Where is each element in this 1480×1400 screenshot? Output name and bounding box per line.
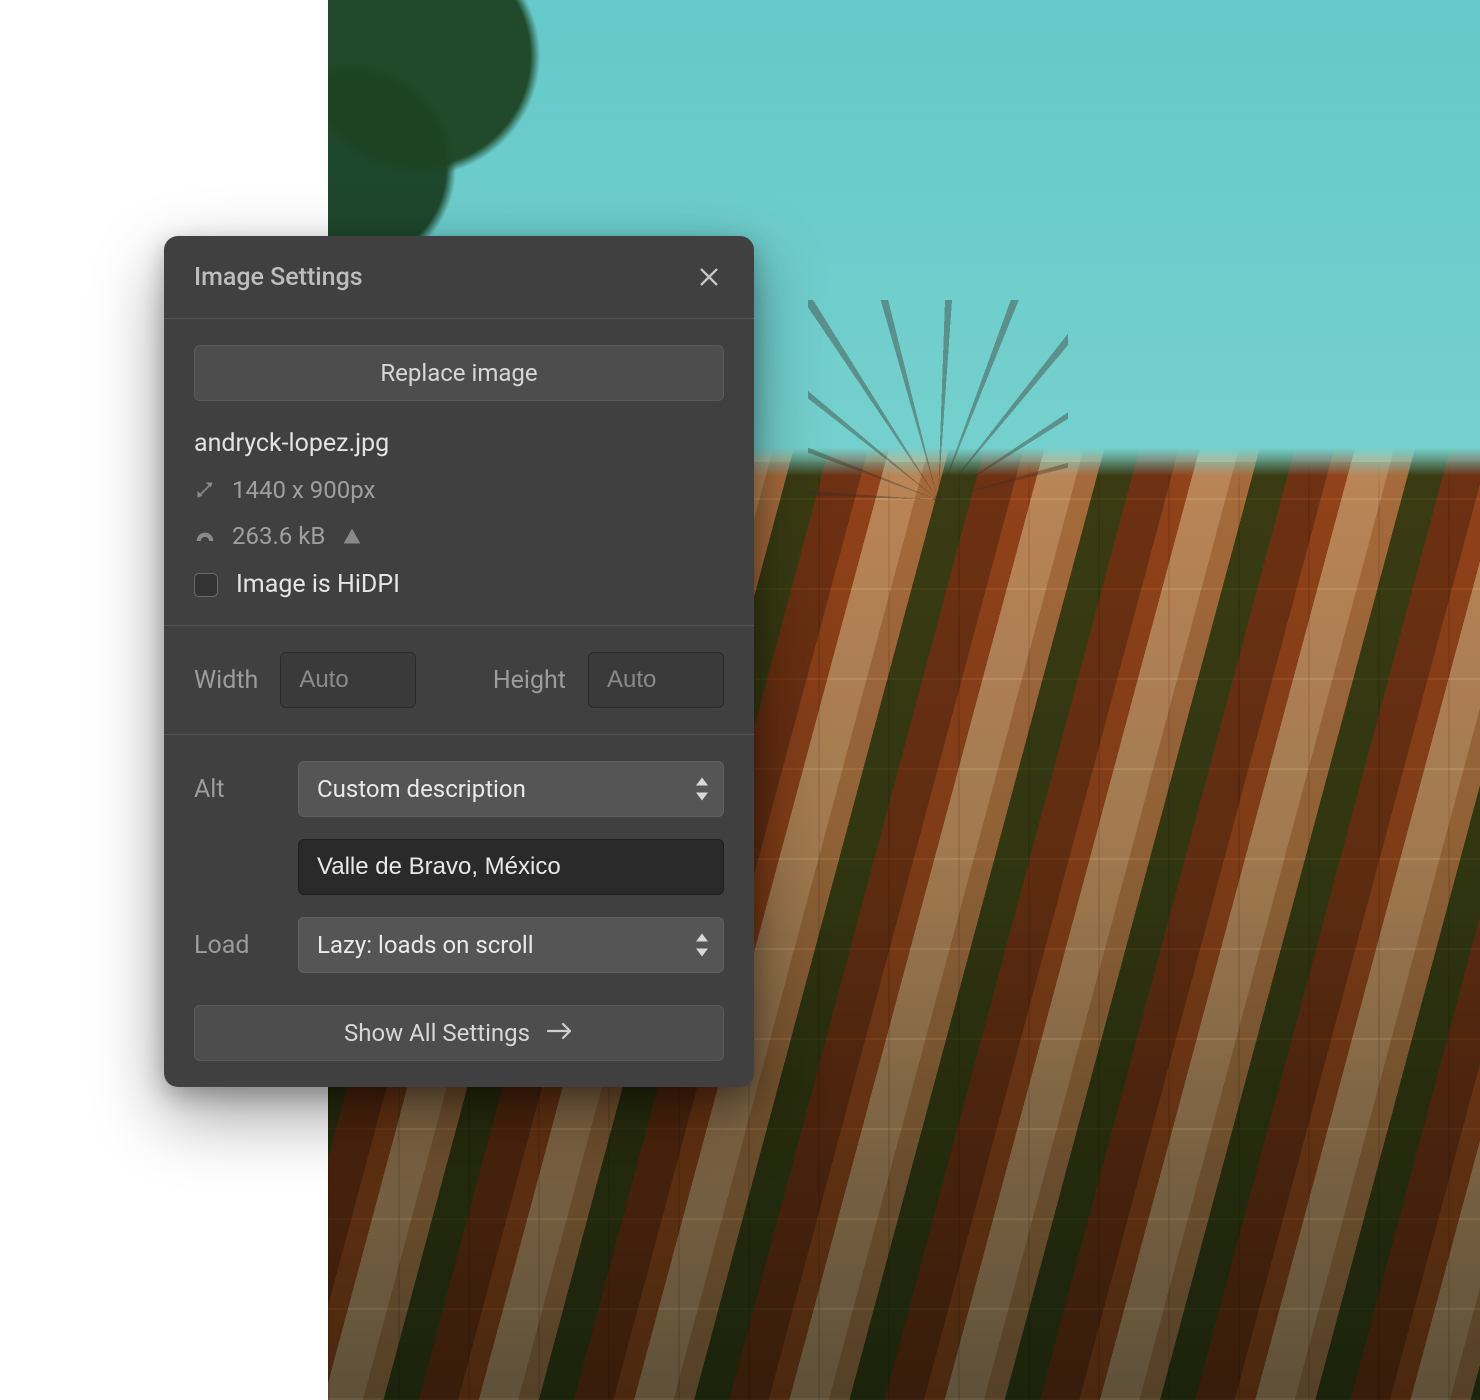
hidpi-label: Image is HiDPI bbox=[236, 570, 400, 599]
alt-text-input[interactable] bbox=[298, 839, 724, 895]
panel-title: Image Settings bbox=[194, 263, 363, 292]
close-button[interactable] bbox=[694, 262, 724, 292]
alt-label: Alt bbox=[194, 775, 298, 804]
load-row: Load Lazy: loads on scroll bbox=[194, 917, 724, 973]
replace-image-label: Replace image bbox=[380, 359, 537, 387]
dimensions-row: 1440 x 900px bbox=[194, 476, 724, 504]
hidpi-row: Image is HiDPI bbox=[194, 570, 724, 599]
show-all-settings-button[interactable]: Show All Settings bbox=[194, 1005, 724, 1061]
alt-value-row bbox=[194, 839, 724, 895]
replace-image-button[interactable]: Replace image bbox=[194, 345, 724, 401]
height-label: Height bbox=[493, 666, 566, 695]
hidpi-checkbox[interactable] bbox=[194, 573, 218, 597]
alt-mode-row: Alt Custom description bbox=[194, 761, 724, 817]
filesize-row: 263.6 kB bbox=[194, 522, 724, 550]
dimensions-icon bbox=[194, 479, 216, 501]
image-settings-panel: Image Settings Replace image andryck-lop… bbox=[164, 236, 754, 1087]
height-group: Height bbox=[459, 652, 724, 708]
image-info-section: Replace image andryck-lopez.jpg 1440 x 9… bbox=[164, 319, 754, 626]
alt-mode-value: Custom description bbox=[317, 775, 526, 803]
filesize-icon bbox=[194, 525, 216, 547]
width-group: Width bbox=[194, 652, 459, 708]
select-chevron-icon bbox=[695, 778, 709, 801]
show-all-settings-label: Show All Settings bbox=[344, 1019, 530, 1047]
dimensions-section: Width Height bbox=[164, 626, 754, 735]
panel-header: Image Settings bbox=[164, 236, 754, 319]
load-mode-value: Lazy: loads on scroll bbox=[317, 931, 534, 959]
arrow-right-icon bbox=[546, 1019, 574, 1047]
alt-mode-select[interactable]: Custom description bbox=[298, 761, 724, 817]
close-icon bbox=[698, 266, 720, 288]
warning-icon bbox=[341, 525, 363, 547]
filesize-value: 263.6 kB bbox=[232, 522, 325, 550]
filename-text: andryck-lopez.jpg bbox=[194, 429, 724, 458]
dimensions-value: 1440 x 900px bbox=[232, 476, 375, 504]
alt-load-section: Alt Custom description Load bbox=[164, 735, 754, 1087]
width-input[interactable] bbox=[280, 652, 416, 708]
load-mode-select[interactable]: Lazy: loads on scroll bbox=[298, 917, 724, 973]
width-label: Width bbox=[194, 666, 258, 695]
height-input[interactable] bbox=[588, 652, 724, 708]
select-chevron-icon bbox=[695, 934, 709, 957]
load-label: Load bbox=[194, 931, 298, 960]
